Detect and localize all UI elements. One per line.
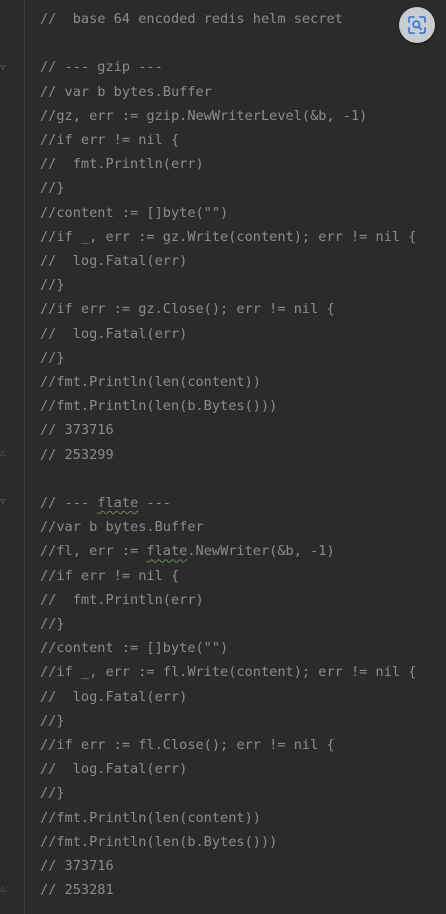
code-line[interactable]: //}: [40, 709, 65, 733]
fold-end-marker-icon[interactable]: △: [0, 884, 8, 894]
code-line[interactable]: // fmt.Println(err): [40, 152, 204, 176]
editor-gutter: ▽ △ ▽ △: [0, 0, 16, 914]
code-line[interactable]: // 253281: [40, 878, 114, 902]
code-line[interactable]: // --- flate ---: [40, 491, 171, 515]
fold-marker-icon[interactable]: ▽: [0, 497, 8, 507]
code-line[interactable]: //content := []byte(""): [40, 636, 228, 660]
code-line[interactable]: // 373716: [40, 854, 114, 878]
code-line[interactable]: // var b bytes.Buffer: [40, 80, 212, 104]
code-line[interactable]: //fmt.Println(len(b.Bytes())): [40, 830, 277, 854]
code-line[interactable]: //fl, err := flate.NewWriter(&b, -1): [40, 539, 335, 563]
code-line[interactable]: //gz, err := gzip.NewWriterLevel(&b, -1): [40, 104, 367, 128]
code-line[interactable]: //fmt.Println(len(b.Bytes())): [40, 394, 277, 418]
screen-scan-icon: [407, 15, 427, 35]
code-editor[interactable]: ▽ △ ▽ △ // base 64 encoded redis helm se…: [0, 0, 446, 914]
indent-guide: [24, 0, 25, 914]
code-line[interactable]: // log.Fatal(err): [40, 757, 187, 781]
code-line[interactable]: // --- gzip ---: [40, 55, 163, 79]
fold-marker-icon[interactable]: ▽: [0, 63, 8, 73]
code-line[interactable]: //fmt.Println(len(content)): [40, 806, 261, 830]
code-line[interactable]: //}: [40, 346, 65, 370]
code-line[interactable]: //}: [40, 781, 65, 805]
code-line[interactable]: // log.Fatal(err): [40, 685, 187, 709]
code-line[interactable]: //fmt.Println(len(content)): [40, 370, 261, 394]
code-line[interactable]: //var b bytes.Buffer: [40, 515, 204, 539]
spellcheck-underline: flate: [146, 543, 188, 560]
screen-scan-button[interactable]: [399, 7, 435, 43]
code-line[interactable]: //if err := fl.Close(); err != nil {: [40, 733, 335, 757]
code-line[interactable]: //}: [40, 612, 65, 636]
fold-end-marker-icon[interactable]: △: [0, 448, 8, 458]
code-line[interactable]: // log.Fatal(err): [40, 322, 187, 346]
code-line[interactable]: // base 64 encoded redis helm secret: [40, 7, 343, 31]
code-line[interactable]: //if err := gz.Close(); err != nil {: [40, 297, 335, 321]
code-line[interactable]: //if _, err := fl.Write(content); err !=…: [40, 660, 416, 684]
code-line[interactable]: // log.Fatal(err): [40, 249, 187, 273]
code-line[interactable]: // 253299: [40, 443, 114, 467]
spellcheck-underline: flate: [97, 495, 139, 511]
code-line[interactable]: //}: [40, 176, 65, 200]
code-line[interactable]: //if _, err := gz.Write(content); err !=…: [40, 225, 416, 249]
code-line[interactable]: //if err != nil {: [40, 564, 179, 588]
code-line[interactable]: //content := []byte(""): [40, 201, 228, 225]
code-line[interactable]: //}: [40, 273, 65, 297]
code-line[interactable]: //if err != nil {: [40, 128, 179, 152]
code-line[interactable]: // fmt.Println(err): [40, 588, 204, 612]
code-line[interactable]: // 373716: [40, 418, 114, 442]
